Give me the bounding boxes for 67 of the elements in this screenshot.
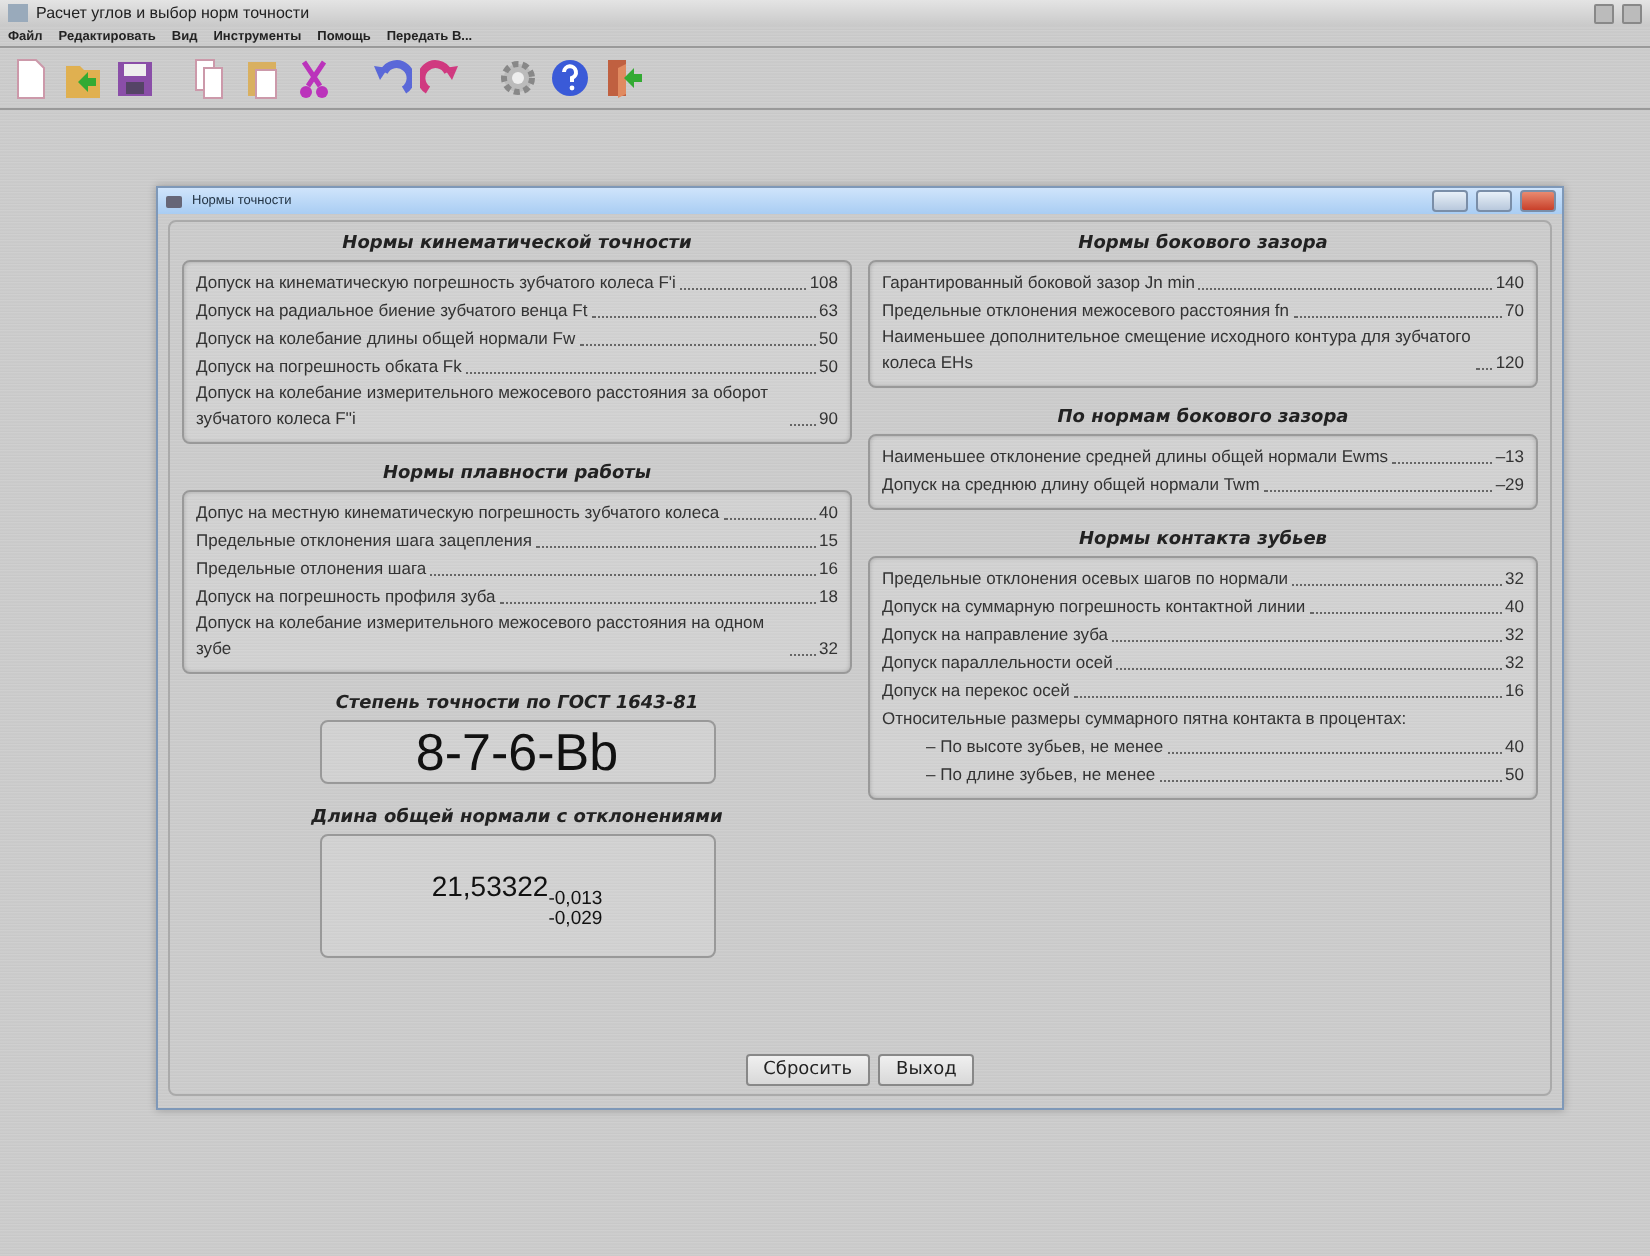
help-icon[interactable] [548, 54, 592, 102]
norm-label: Допуск на колебание измерительного межосевого расстояния на одном зубе [196, 610, 767, 662]
norm-label: Допуск параллельности осей [882, 650, 1113, 676]
norm-label: Допуск на направление зуба [882, 622, 1109, 648]
norm-value: 63 [819, 298, 838, 324]
norm-value: 32 [819, 636, 838, 662]
norm-value: 40 [819, 500, 838, 526]
section-heading: По нормам бокового зазора [1055, 408, 1351, 428]
norm-value: 32 [1505, 566, 1524, 592]
norm-label: Допуск на перекос осей [882, 678, 1070, 704]
section-heading: Нормы кинематической точности [340, 234, 694, 254]
norm-label: Предельные отлонения шага [196, 556, 427, 582]
norm-value: –29 [1495, 472, 1524, 498]
window-title: Расчет углов и выбор норм точности [36, 4, 312, 22]
length-heading: Длина общей нормали с отклонениями [309, 808, 725, 828]
norm-label: Предельные отклонения шага зацепления [196, 528, 532, 554]
close-button[interactable] [1520, 190, 1556, 212]
norm-value: 50 [1505, 762, 1524, 788]
norm-value: 16 [819, 556, 838, 582]
norm-label: Допуск на суммарную погрешность контактной линии [882, 594, 1306, 620]
norm-value: 32 [1505, 622, 1524, 648]
norm-label: Допуск на кинематическую погрешность зубчатого колеса F'i [196, 270, 676, 296]
length-value: 21,53322 [431, 870, 549, 902]
section-heading: Нормы бокового зазора [1076, 234, 1330, 254]
norm-label: Допуск на колебание длины общей нормали Fw [196, 326, 576, 352]
norm-label: Допуск на колебание измерительного межосевого расстояния за оборот зубчатого колеса F''i [196, 380, 771, 432]
close-button[interactable] [1622, 3, 1642, 23]
grade-heading: Степень точности по ГОСТ 1643-81 [333, 694, 701, 714]
norm-value: 16 [1505, 678, 1524, 704]
norm-value: 50 [819, 326, 838, 352]
norm-label: Допуск на радиальное биение зубчатого венца Ft [196, 298, 588, 324]
norm-value: 32 [1505, 650, 1524, 676]
norm-value: 108 [809, 270, 838, 296]
norm-value: 140 [1495, 270, 1524, 296]
dialog-button[interactable]: Сбросить [745, 1054, 871, 1086]
norm-value: 70 [1505, 298, 1524, 324]
norm-label: – По высоте зубьев, не менее [926, 734, 1164, 760]
section-heading: Нормы плавности работы [380, 464, 654, 484]
lower-deviation: -0,029 [548, 910, 603, 930]
maximize-button[interactable] [1476, 190, 1512, 212]
norm-label: Относительные размеры суммарного пятна контакта в процентах: [882, 706, 1407, 732]
window-icon [8, 4, 28, 22]
norm-label: Наименьшее отклонение средней длины общей нормали Ewms [882, 444, 1389, 470]
norm-value: 90 [819, 406, 838, 432]
norm-label: Гарантированный боковой зазор Jn min [882, 270, 1195, 296]
grade-value: 8-7-6-Bb [319, 720, 715, 784]
norm-label: Допуск на погрешность обката Fk [196, 354, 462, 380]
section-heading: Нормы контакта зубьев [1077, 530, 1329, 550]
norm-label: – По длине зубьев, не менее [926, 762, 1156, 788]
minimize-button[interactable] [1594, 3, 1614, 23]
norm-value: 40 [1505, 594, 1524, 620]
norm-value: 50 [819, 354, 838, 380]
norm-value: 40 [1505, 734, 1524, 760]
norm-value: 18 [819, 584, 838, 610]
norm-value: 15 [819, 528, 838, 554]
norm-label: Допус на местную кинематическую погрешность зубчатого колеса [196, 500, 720, 526]
norm-label: Наименьшее дополнительное смещение исходного контура для зубчатого колеса EHs [882, 324, 1472, 376]
upper-deviation: -0,013 [548, 890, 603, 910]
norm-label: Предельные отклонения осевых шагов по нормали [882, 566, 1289, 592]
dialog-icon [164, 192, 184, 210]
norm-value: 120 [1495, 350, 1524, 376]
minimize-button[interactable] [1432, 190, 1468, 212]
norm-label: Допуск на среднюю длину общей нормали Twm [882, 472, 1260, 498]
norm-label: Допуск на погрешность профиля зуба [196, 584, 496, 610]
dialog-button[interactable]: Выход [878, 1054, 975, 1086]
norm-label: Предельные отклонения межосевого расстояния fn [882, 298, 1290, 324]
norm-value: –13 [1495, 444, 1524, 470]
